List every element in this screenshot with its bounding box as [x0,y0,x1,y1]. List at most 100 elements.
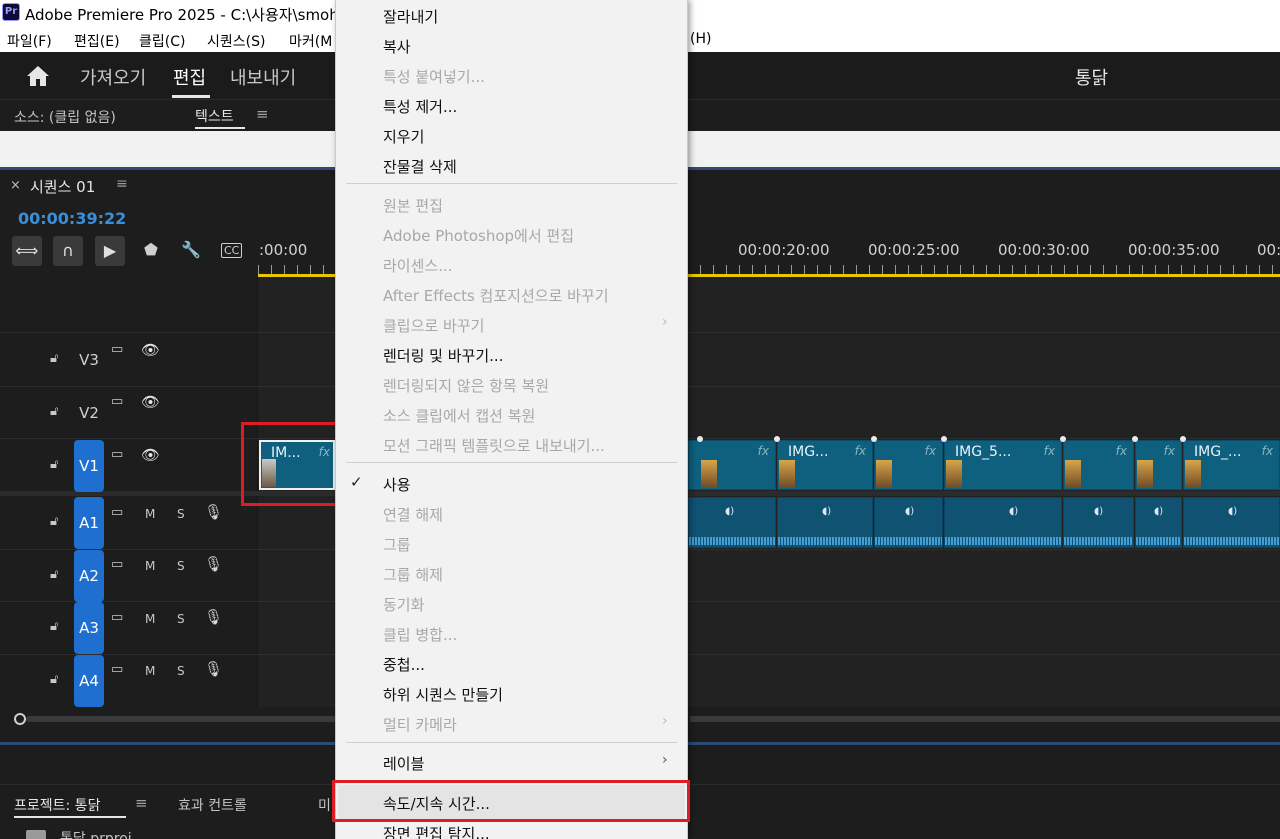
eye-icon[interactable]: 👁︎ [141,341,160,359]
chevron-right-icon[interactable]: › [662,752,668,768]
sync-lock-icon[interactable]: ▭ [111,342,123,357]
menu-clip[interactable]: 클립(C) [139,31,185,51]
track-label-v3[interactable]: V3 [74,334,104,386]
microphone-icon[interactable]: 🎙︎ [204,503,223,521]
lock-icon[interactable]: 🔓︎ [50,567,64,583]
project-file-name[interactable]: 통닭.prproj [60,828,132,839]
sync-lock-icon[interactable]: ▭ [111,505,123,520]
linked-selection-icon[interactable]: ▶ [95,236,125,266]
audio-clip[interactable]: ◖) [688,497,776,548]
sequence-menu-icon[interactable]: ≡ [116,176,128,192]
eye-icon[interactable]: 👁︎ [141,393,160,411]
solo-button[interactable]: S [177,559,185,573]
video-clip[interactable]: IMG... fx [777,440,873,490]
fx-badge: fx [1163,444,1175,458]
panel-menu-icon[interactable]: ≡ [256,105,269,123]
audio-clip[interactable]: ◖) [1063,497,1134,548]
audio-clip[interactable]: ◖) [1183,497,1280,548]
solo-button[interactable]: S [177,664,185,678]
audio-clip[interactable]: ◖) [874,497,943,548]
captions-icon[interactable]: CC [221,243,243,258]
sync-lock-icon[interactable]: ▭ [111,662,123,677]
lock-icon[interactable]: 🔓︎ [50,404,64,420]
sync-lock-icon[interactable]: ▭ [111,394,123,409]
source-tab[interactable]: 소스: (클립 없음) [14,107,116,127]
track-label-v1[interactable]: V1 [74,440,104,492]
add-marker-icon[interactable]: ⬟ [144,240,158,259]
video-clip[interactable]: fx [874,440,943,490]
menu-item-label[interactable]: 레이블 [383,753,424,774]
video-clip[interactable]: IMG_5... fx [944,440,1062,490]
track-label-a4[interactable]: A4 [74,655,104,707]
text-tab[interactable]: 텍스트 [195,106,234,126]
home-icon[interactable] [26,65,50,87]
video-clip[interactable]: IMG_... fx [1183,440,1280,490]
audio-clip[interactable]: ◖) [1135,497,1182,548]
sync-lock-icon[interactable]: ▭ [111,610,123,625]
lock-icon[interactable]: 🔓︎ [50,351,64,367]
scrollbar-track[interactable] [26,716,336,722]
menu-sequence[interactable]: 시퀀스(S) [207,31,265,51]
menu-item-ripple-delete[interactable]: 잔물결 삭제 [383,156,457,177]
menu-file[interactable]: 파일(F) [7,31,52,51]
mute-button[interactable]: M [145,507,155,521]
tab-import[interactable]: 가져오기 [80,64,146,90]
panel-menu-icon[interactable]: ≡ [135,794,148,812]
keyframe-icon: ◖) [1154,506,1164,517]
audio-clip[interactable]: ◖) [944,497,1062,548]
sequence-tab[interactable]: 시퀀스 01 [30,176,95,197]
scrollbar-track[interactable] [690,716,1280,722]
sync-lock-icon[interactable]: ▭ [111,447,123,462]
eye-icon[interactable]: 👁︎ [141,446,160,464]
track-label-a3[interactable]: A3 [74,602,104,654]
lock-icon[interactable]: 🔓︎ [50,672,64,688]
solo-button[interactable]: S [177,612,185,626]
video-clip[interactable]: fx [688,440,776,490]
playhead-timecode[interactable]: 00:00:39:22 [18,209,126,228]
solo-button[interactable]: S [177,507,185,521]
lock-icon[interactable]: 🔓︎ [50,457,64,473]
mute-button[interactable]: M [145,664,155,678]
mute-button[interactable]: M [145,612,155,626]
menu-item-scene-edit-detection[interactable]: 장면 편집 탐지... [383,823,490,839]
track-label-a2[interactable]: A2 [74,550,104,602]
menu-item-render-and-replace[interactable]: 렌더링 및 바꾸기... [383,345,503,366]
audio-clip[interactable]: ◖) [777,497,873,548]
clip-name: IMG_5... [955,444,1012,460]
sync-lock-icon[interactable]: ▭ [111,557,123,572]
menu-item-clear[interactable]: 지우기 [383,126,424,147]
video-clip[interactable]: fx [1063,440,1134,490]
track-label-a1[interactable]: A1 [74,497,104,549]
insert-sequence-icon[interactable]: ⟺ [12,236,42,266]
microphone-icon[interactable]: 🎙︎ [204,555,223,573]
menu-help[interactable]: (H) [690,31,711,47]
snap-magnet-icon[interactable]: ∩ [53,236,83,266]
lock-icon[interactable]: 🔓︎ [50,619,64,635]
audio-waveform [945,537,1061,545]
menu-edit[interactable]: 편집(E) [74,31,120,51]
menu-item-remove-attributes[interactable]: 특성 제거... [383,96,457,117]
video-clip[interactable]: fx [1135,440,1182,490]
menu-item-copy[interactable]: 복사 [383,36,411,57]
menu-item-cut[interactable]: 잘라내기 [383,6,438,27]
scrollbar-handle[interactable] [14,713,26,725]
track-label-v2[interactable]: V2 [74,387,104,439]
menu-separator [346,462,677,463]
tab-edit[interactable]: 편집 [173,64,206,90]
menu-item-restore-unrendered: 렌더링되지 않은 항목 복원 [383,377,550,395]
clip-thumbnail [876,460,892,488]
lock-icon[interactable]: 🔓︎ [50,514,64,530]
menu-marker[interactable]: 마커(M [289,31,332,51]
close-icon[interactable]: × [10,178,21,193]
microphone-icon[interactable]: 🎙︎ [204,660,223,678]
wrench-icon[interactable]: 🔧 [181,240,201,259]
tab-export[interactable]: 내보내기 [230,64,296,90]
effect-controls-tab[interactable]: 효과 컨트롤 [178,795,247,815]
project-tab[interactable]: 프로젝트: 통닭 [14,795,100,815]
menu-item-make-subsequence[interactable]: 하위 시퀀스 만들기 [383,684,503,705]
menu-item-nest[interactable]: 중첩... [383,654,425,675]
third-tab[interactable]: 미 [318,795,331,815]
menu-item-enable[interactable]: 사용 [383,474,411,495]
microphone-icon[interactable]: 🎙︎ [204,608,223,626]
mute-button[interactable]: M [145,559,155,573]
